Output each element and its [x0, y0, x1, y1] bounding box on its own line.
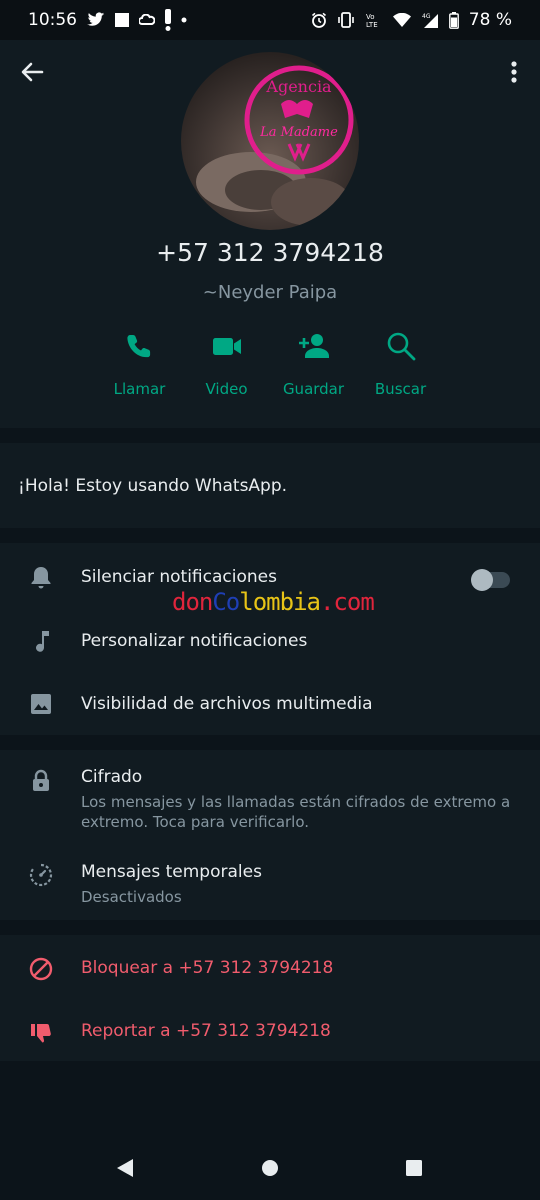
nav-home-icon[interactable]: [261, 1159, 279, 1177]
alarm-icon: [311, 12, 327, 28]
cloud-sync-icon: [139, 14, 155, 26]
contact-header: Agencia La Madame +57 312 3794218 ~Neyde…: [0, 40, 540, 428]
contact-push-name: ~Neyder Paipa: [202, 282, 338, 303]
about-section[interactable]: ¡Hola! Estoy usando WhatsApp.: [0, 443, 540, 528]
square-icon: [115, 13, 129, 27]
lock-icon: [33, 769, 49, 791]
report-label: Reportar a +57 312 3794218: [81, 1021, 331, 1041]
report-row[interactable]: Reportar a +57 312 3794218: [0, 1000, 540, 1060]
call-label: Llamar: [113, 380, 166, 398]
more-options-button[interactable]: [504, 58, 524, 86]
timer-icon: [29, 863, 53, 887]
disappearing-messages-row[interactable]: Mensajes temporales Desactivados: [0, 850, 540, 918]
svg-text:4G: 4G: [422, 13, 431, 20]
temp-subtitle: Desactivados: [81, 888, 182, 906]
status-left: 10:56: [28, 9, 187, 31]
image-icon: [31, 694, 51, 714]
status-bar: 10:56 Vo LTE 4G 78 %: [0, 0, 540, 40]
volte-icon: Vo LTE: [365, 11, 383, 29]
add-person-icon: [298, 334, 329, 358]
block-row[interactable]: Bloquear a +57 312 3794218: [0, 937, 540, 997]
dot-icon: [181, 17, 187, 23]
media-visibility-row[interactable]: Visibilidad de archivos multimedia: [0, 674, 540, 734]
battery-percent: 78 %: [468, 10, 512, 30]
encryption-title: Cifrado: [81, 767, 143, 787]
back-button[interactable]: [18, 58, 46, 86]
avatar-text-agencia: Agencia: [265, 77, 332, 96]
search-icon: [387, 332, 415, 361]
music-note-icon: [36, 631, 49, 652]
custom-label: Personalizar notificaciones: [81, 631, 308, 651]
svg-text:LTE: LTE: [366, 21, 378, 29]
avatar[interactable]: Agencia La Madame: [181, 52, 359, 230]
block-label: Bloquear a +57 312 3794218: [81, 958, 334, 978]
avatar-text-lamadame: La Madame: [259, 125, 338, 140]
save-contact-button[interactable]: Guardar: [270, 330, 357, 398]
thumbs-down-icon: [31, 1024, 51, 1043]
status-right: Vo LTE 4G 78 %: [311, 10, 512, 30]
svg-text:Vo: Vo: [366, 13, 375, 21]
more-vert-icon: [511, 61, 517, 83]
danger-section: Bloquear a +57 312 3794218 Reportar a +5…: [0, 935, 540, 1061]
custom-notifications-row[interactable]: Personalizar notificaciones: [0, 611, 540, 671]
privacy-section: Cifrado Los mensajes y las llamadas está…: [0, 750, 540, 920]
nav-back-icon[interactable]: [116, 1158, 134, 1178]
mute-label: Silenciar notificaciones: [81, 567, 277, 587]
search-label: Buscar: [374, 380, 427, 398]
nav-recents-icon[interactable]: [405, 1159, 423, 1177]
status-time: 10:56: [28, 10, 77, 30]
alert-icon: [165, 9, 171, 31]
arrow-back-icon: [21, 62, 44, 82]
video-button[interactable]: Video: [183, 330, 270, 398]
video-icon: [212, 338, 241, 355]
block-icon: [29, 957, 53, 981]
twitter-icon: [87, 12, 105, 28]
save-label: Guardar: [282, 380, 345, 398]
search-button[interactable]: Buscar: [357, 330, 444, 398]
call-button[interactable]: Llamar: [96, 330, 183, 398]
contact-phone: +57 312 3794218: [156, 238, 384, 267]
notification-settings: Silenciar notificaciones donColombia.com…: [0, 543, 540, 735]
wifi-icon: [392, 13, 411, 27]
mute-toggle-knob: [471, 569, 493, 591]
battery-icon: [448, 11, 459, 29]
phone-icon: [126, 335, 150, 358]
system-nav-bar: [0, 1140, 540, 1200]
media-label: Visibilidad de archivos multimedia: [81, 694, 373, 714]
action-row: Llamar Video Guardar Buscar: [96, 330, 444, 398]
vibrate-icon: [337, 12, 355, 28]
about-text: ¡Hola! Estoy usando WhatsApp.: [18, 475, 288, 496]
signal-icon: 4G: [421, 12, 439, 28]
temp-title: Mensajes temporales: [81, 862, 262, 882]
mute-toggle[interactable]: [471, 569, 510, 591]
encryption-row[interactable]: Cifrado Los mensajes y las llamadas está…: [0, 750, 540, 842]
encryption-subtitle: Los mensajes y las llamadas están cifrad…: [81, 793, 511, 831]
bell-icon: [31, 567, 51, 589]
video-label: Video: [205, 380, 248, 398]
